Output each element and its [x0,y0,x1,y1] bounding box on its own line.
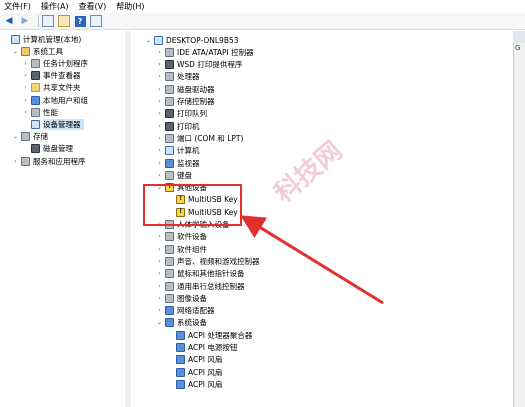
annotation-arrow [240,215,384,305]
